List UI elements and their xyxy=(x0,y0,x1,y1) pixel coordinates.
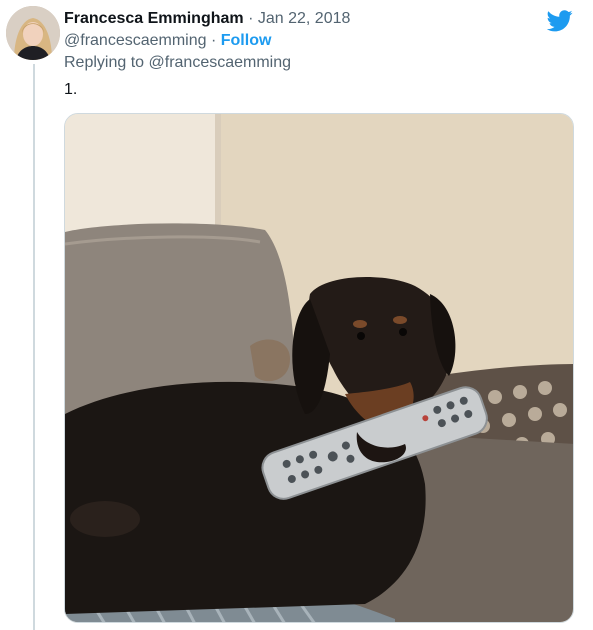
tweet-card: Francesca Emmingham · Jan 22, 2018 @fran… xyxy=(0,0,593,630)
replying-to-label: Replying to xyxy=(64,54,145,71)
thread-line xyxy=(33,64,35,630)
display-name[interactable]: Francesca Emmingham xyxy=(64,10,244,27)
user-handle[interactable]: @francescaemming xyxy=(64,32,207,49)
tweet-date[interactable]: Jan 22, 2018 xyxy=(258,10,351,27)
twitter-bird-icon[interactable] xyxy=(546,10,573,32)
tweet-photo[interactable] xyxy=(64,113,574,623)
header-separator: · xyxy=(248,10,254,27)
follow-button[interactable]: Follow xyxy=(221,32,272,49)
tweet-text: 1. xyxy=(64,81,78,98)
avatar[interactable] xyxy=(6,6,60,60)
handle-separator: · xyxy=(210,32,217,49)
tweet-header: Francesca Emmingham · Jan 22, 2018 xyxy=(64,8,350,30)
handle-row: @francescaemming · Follow xyxy=(64,31,271,51)
replying-to: Replying to @francescaemming xyxy=(64,53,291,73)
replying-to-handle[interactable]: @francescaemming xyxy=(149,54,292,71)
